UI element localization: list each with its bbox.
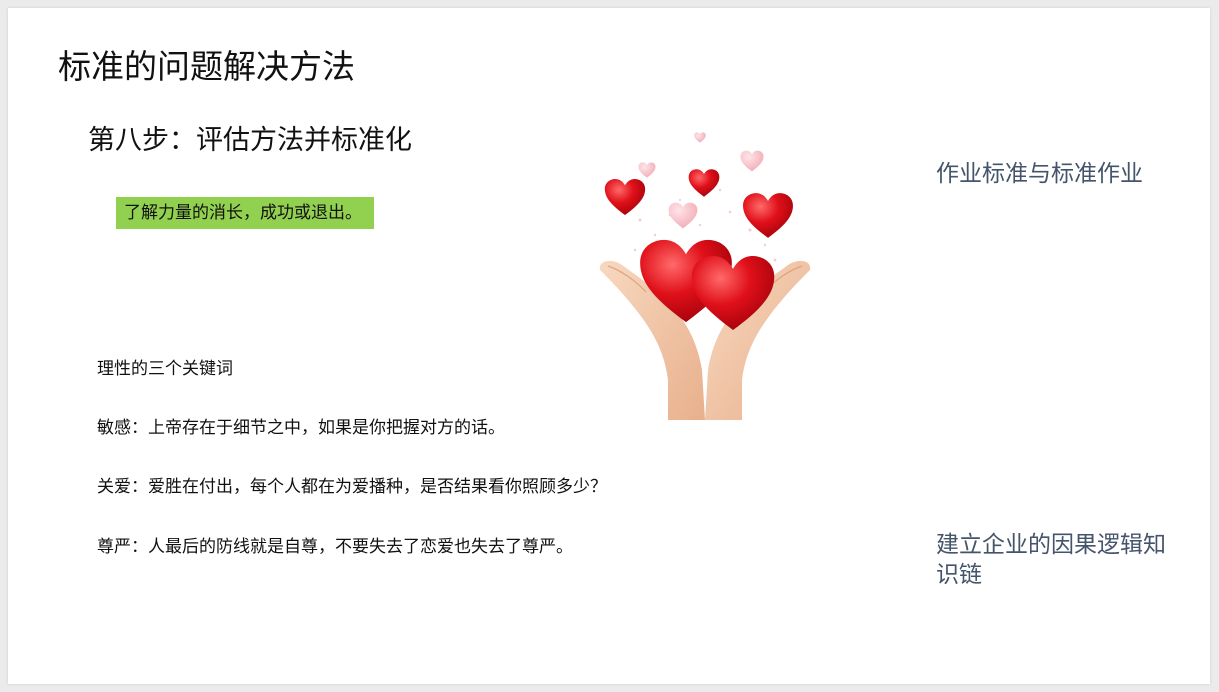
- hearts-in-hands-icon: [599, 132, 811, 420]
- keyword-sensitivity: 敏感：上帝存在于细节之中，如果是你把握对方的话。: [97, 418, 505, 438]
- side-label-causal-chain: 建立企业的因果逻辑知识链: [936, 532, 1166, 588]
- side-label-standards: 作业标准与标准作业: [936, 161, 1143, 187]
- step-title: 第八步：评估方法并标准化: [88, 125, 412, 156]
- slide: 标准的问题解决方法 第八步：评估方法并标准化 了解力量的消长，成功或退出。 理性…: [8, 8, 1210, 684]
- slide-title: 标准的问题解决方法: [58, 47, 355, 86]
- keyword-care: 关爱：爱胜在付出，每个人都在为爱播种，是否结果看你照顾多少？: [97, 477, 607, 497]
- keywords-heading: 理性的三个关键词: [97, 359, 233, 379]
- highlight-box: 了解力量的消长，成功或退出。: [116, 197, 374, 229]
- keyword-dignity: 尊严：人最后的防线就是自尊，不要失去了恋爱也失去了尊严。: [97, 537, 573, 557]
